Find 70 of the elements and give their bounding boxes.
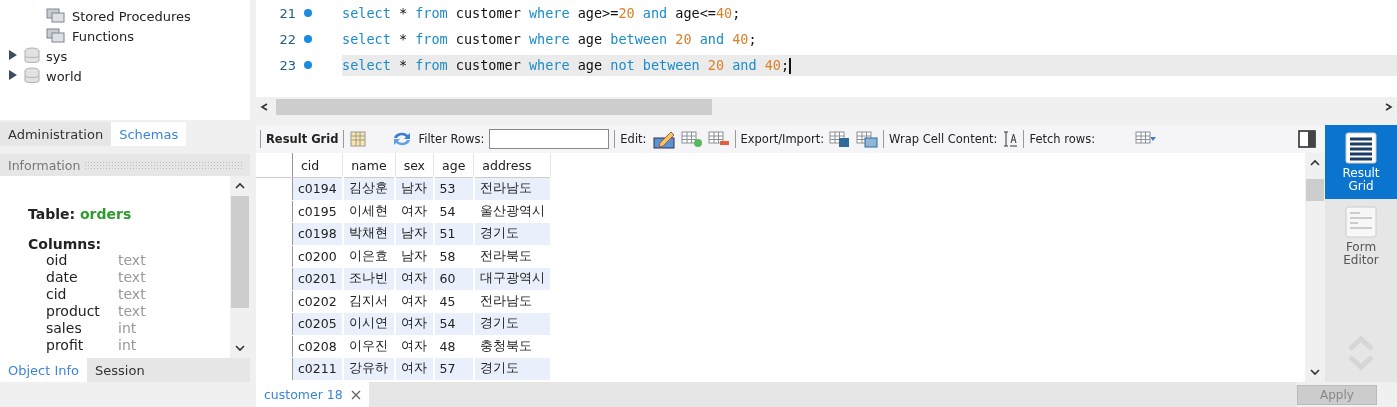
column-name: oid [46, 252, 69, 269]
folder-icon [46, 8, 66, 24]
line-number: 23 [278, 57, 296, 73]
scroll-left-icon[interactable] [260, 103, 270, 111]
column-header[interactable]: cid [292, 153, 343, 178]
column-type: text [118, 269, 147, 286]
line-number: 21 [278, 5, 296, 21]
import-icon[interactable] [856, 130, 879, 148]
result-grid-label: Result Grid [266, 132, 339, 146]
wrap-label: Wrap Cell Content: [889, 132, 998, 146]
column-header[interactable]: address [473, 153, 551, 178]
table-name-text: Table: orders [28, 206, 133, 222]
view-button[interactable]: Form Editor [1325, 199, 1397, 273]
delete-row-icon[interactable] [707, 130, 730, 148]
database-icon [24, 47, 40, 65]
edit-label: Edit: [620, 132, 647, 146]
navigator-tab[interactable]: Schemas [111, 122, 187, 146]
form-icon [1344, 205, 1378, 239]
column-name: sales [46, 320, 83, 337]
tree-item[interactable]: Functions [72, 28, 135, 44]
scroll-up-icon[interactable] [1310, 159, 1320, 167]
column-name: cid [46, 286, 68, 303]
filter-field[interactable] [489, 129, 610, 149]
column-name: date [46, 269, 79, 286]
column-header[interactable]: age [433, 153, 474, 178]
scroll-right-icon[interactable] [1383, 103, 1393, 111]
column-name: profit [46, 337, 85, 354]
statement-marker-icon [304, 61, 312, 69]
view-button[interactable]: Result Grid [1325, 125, 1397, 199]
column-header[interactable]: name [342, 153, 396, 178]
column-type: text [118, 303, 147, 320]
code-line: select * from customer where age>=20 and age<=40; [342, 4, 742, 23]
columns-label: Columns: [28, 236, 103, 252]
code-line: select * from customer where age between 20 and 40; [342, 30, 758, 49]
expand-arrow-icon[interactable] [8, 68, 18, 81]
column-type: int [118, 320, 138, 337]
database-icon [24, 67, 40, 85]
column-name: product [46, 303, 101, 320]
grid-icon [1344, 131, 1378, 165]
add-row-icon[interactable] [680, 130, 703, 148]
info-tab[interactable]: Object Info [0, 358, 88, 382]
scroll-down-icon[interactable] [235, 344, 245, 352]
scrollbar-thumb[interactable] [1306, 179, 1324, 201]
filter-label: Filter Rows: [418, 132, 485, 146]
navigator-tab[interactable]: Administration [0, 122, 112, 146]
tree-item[interactable]: world [46, 68, 82, 84]
panel-title: Information [8, 157, 81, 173]
scrollbar-thumb[interactable] [276, 99, 712, 115]
scrollbar-thumb[interactable] [231, 196, 249, 308]
export-import-label: Export/Import: [740, 132, 825, 146]
scroll-up-icon[interactable] [235, 182, 245, 190]
folder-icon [46, 28, 66, 44]
export-icon[interactable] [829, 130, 852, 148]
tree-item[interactable]: sys [46, 48, 68, 64]
statement-marker-icon [304, 9, 312, 17]
scroll-down-icon[interactable] [1310, 368, 1320, 376]
wrap-text-icon[interactable] [1002, 130, 1019, 148]
column-type: text [118, 252, 147, 269]
tree-item[interactable]: Stored Procedures [72, 8, 191, 24]
line-number: 22 [278, 31, 296, 47]
toggle-panel-icon[interactable] [1298, 130, 1316, 148]
pencil-icon[interactable] [651, 129, 676, 149]
column-header[interactable]: sex [395, 153, 434, 178]
statement-marker-icon [304, 35, 312, 43]
result-tab[interactable]: customer 18 [256, 382, 369, 407]
expand-arrow-icon[interactable] [8, 48, 18, 61]
fetch-rows-label: Fetch rows: [1029, 132, 1096, 146]
column-type: int [118, 337, 138, 354]
close-icon[interactable] [350, 389, 361, 400]
column-type: text [118, 286, 147, 303]
